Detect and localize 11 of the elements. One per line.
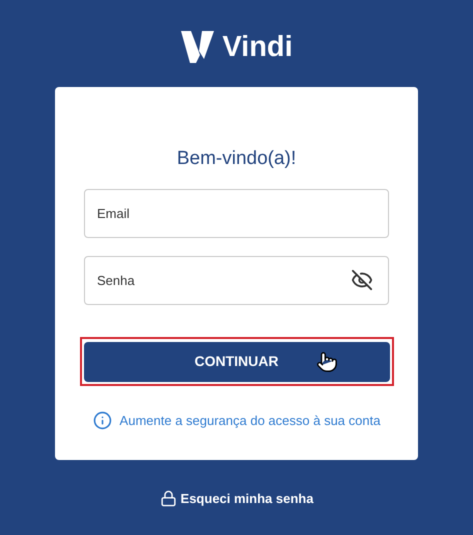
welcome-title: Bem-vindo(a)! — [176, 149, 296, 168]
info-icon — [92, 411, 112, 430]
hand-cursor-icon — [316, 350, 338, 372]
forgot-password-link[interactable]: Esqueci minha senha — [180, 489, 314, 508]
lock-icon — [160, 490, 177, 508]
security-link[interactable]: Aumente a segurança do acesso à sua conta — [120, 411, 380, 430]
email-field[interactable]: Email — [84, 189, 389, 238]
hide-password-icon[interactable] — [351, 269, 373, 291]
logo-text: Vindi — [222, 32, 293, 62]
password-field[interactable]: Senha — [84, 256, 389, 305]
continue-button[interactable]: CONTINUAR — [84, 342, 390, 382]
